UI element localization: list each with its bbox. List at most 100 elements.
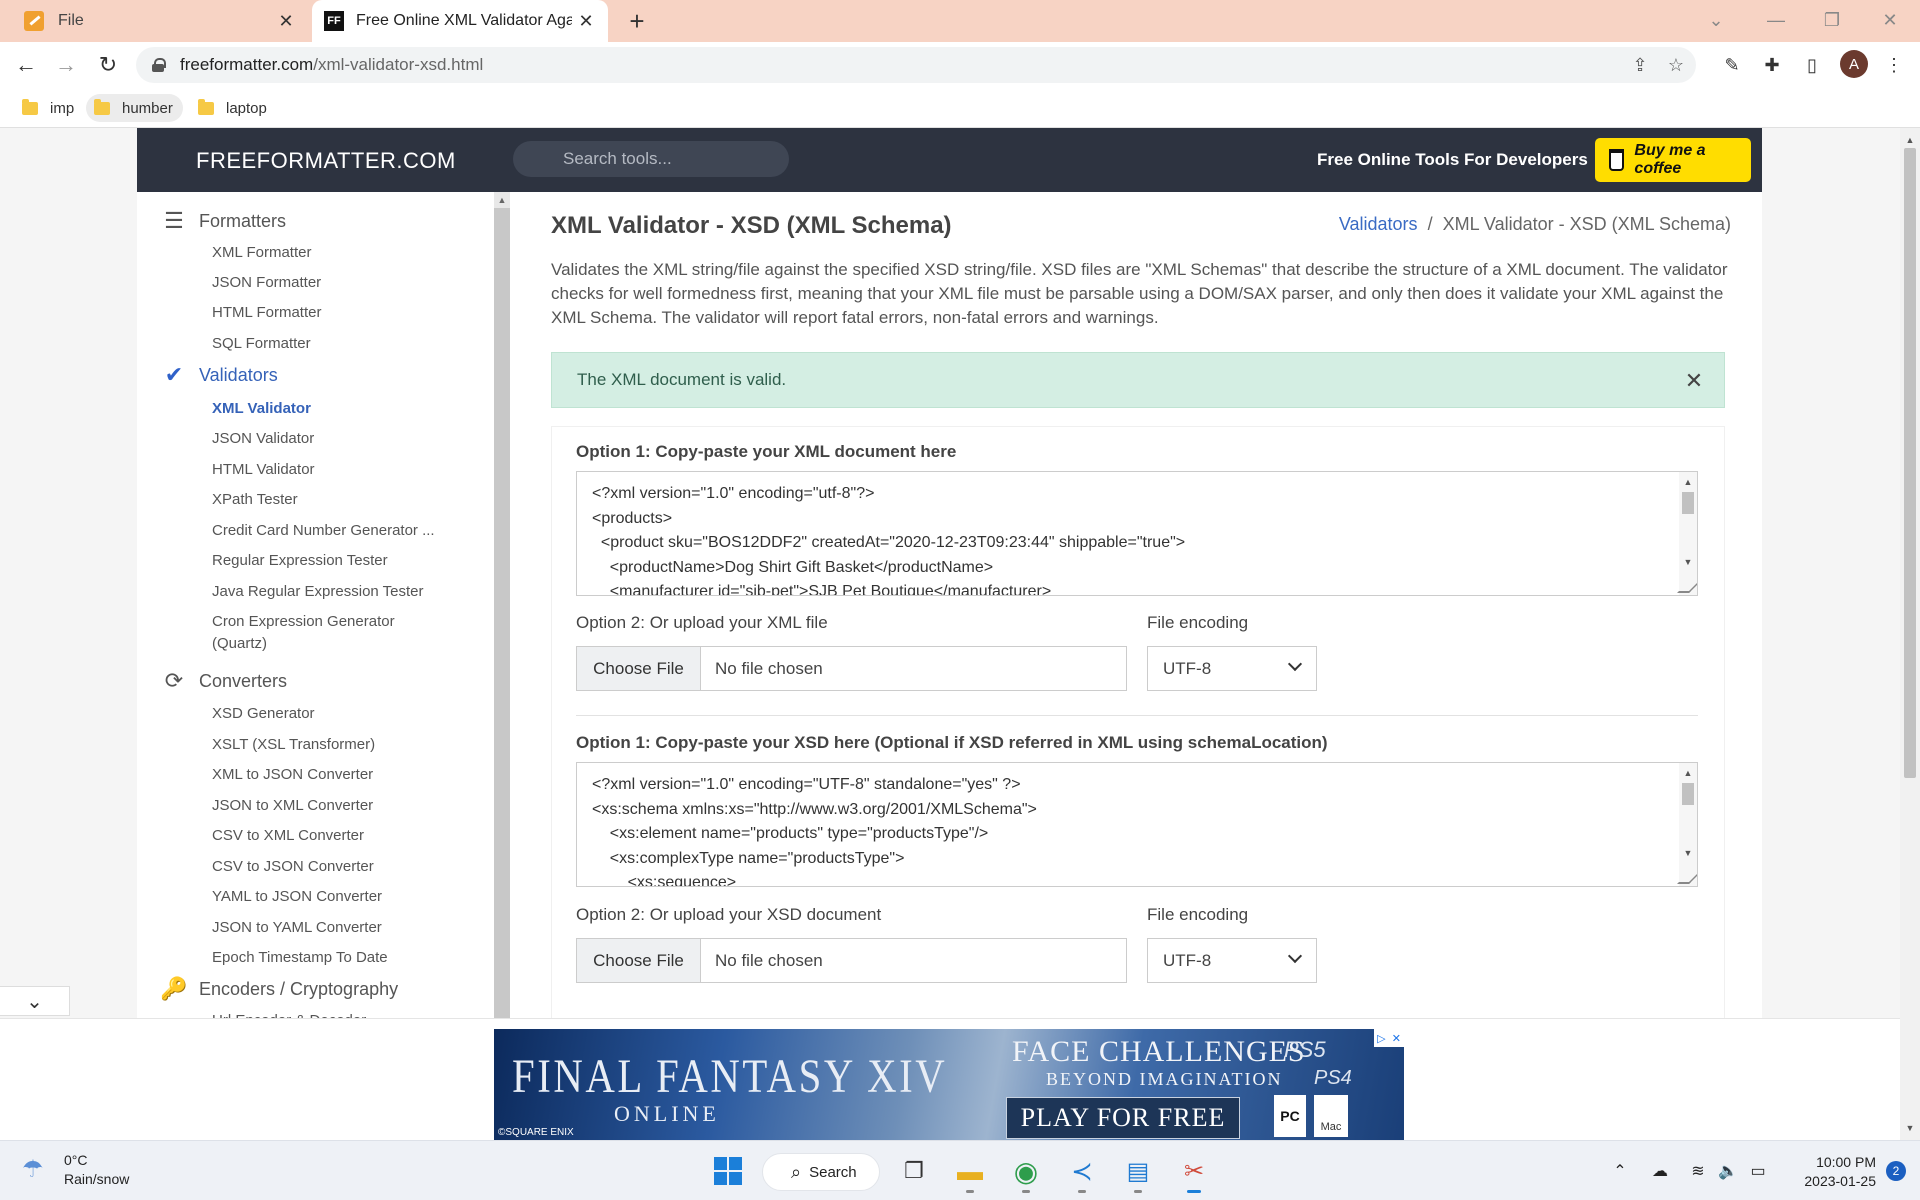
sidebar-item-xml-to-json[interactable]: XML to JSON Converter bbox=[212, 764, 472, 786]
xml-file-input[interactable]: Choose File No file chosen bbox=[576, 646, 1127, 691]
wifi-icon[interactable]: ≋ bbox=[1686, 1159, 1710, 1183]
sidebar-item-java-regex-tester[interactable]: Java Regular Expression Tester bbox=[212, 581, 472, 603]
file-explorer-icon[interactable]: ▬ bbox=[950, 1151, 990, 1193]
sidebar-item-regex-tester[interactable]: Regular Expression Tester bbox=[212, 550, 472, 572]
scroll-thumb[interactable] bbox=[1682, 783, 1694, 805]
sidebar-item-yaml-to-json[interactable]: YAML to JSON Converter bbox=[212, 886, 472, 908]
sidebar-section-validators[interactable]: ✔ Validators bbox=[161, 362, 278, 388]
collapse-ad-chevron-icon[interactable]: ⌄ bbox=[0, 986, 70, 1016]
sidebar-item-html-validator[interactable]: HTML Validator bbox=[212, 459, 472, 481]
sidebar-item-epoch-timestamp[interactable]: Epoch Timestamp To Date bbox=[212, 947, 472, 969]
side-panel-icon[interactable]: ▯ bbox=[1798, 51, 1826, 79]
bookmark-star-icon[interactable]: ☆ bbox=[1662, 51, 1690, 79]
restore-icon[interactable]: ❐ bbox=[1812, 4, 1852, 36]
sidebar-item-csv-to-json[interactable]: CSV to JSON Converter bbox=[212, 856, 472, 878]
scroll-up-arrow-icon[interactable]: ▲ bbox=[1900, 132, 1920, 148]
address-bar[interactable]: freeformatter.com/xml-validator-xsd.html… bbox=[136, 47, 1696, 83]
close-window-icon[interactable]: ✕ bbox=[1870, 4, 1910, 36]
search-tools-input[interactable]: Search tools... bbox=[513, 141, 789, 177]
taskbar-clock[interactable]: 10:00 PM 2023-01-25 bbox=[1780, 1153, 1876, 1191]
scroll-up-arrow-icon[interactable]: ▲ bbox=[1679, 474, 1697, 490]
textarea-scrollbar[interactable]: ▲ ▼ bbox=[1679, 472, 1697, 595]
back-arrow-icon[interactable]: ← bbox=[10, 49, 42, 81]
close-icon[interactable]: ✕ bbox=[1392, 1032, 1401, 1045]
sidebar-item-html-formatter[interactable]: HTML Formatter bbox=[212, 302, 472, 324]
sidebar-item-json-validator[interactable]: JSON Validator bbox=[212, 428, 472, 450]
volume-icon[interactable]: 🔈 bbox=[1716, 1159, 1740, 1183]
close-tab-icon[interactable]: ✕ bbox=[272, 7, 300, 35]
sidebar-item-json-to-xml[interactable]: JSON to XML Converter bbox=[212, 795, 472, 817]
sidebar-item-credit-card-generator[interactable]: Credit Card Number Generator ... bbox=[212, 520, 472, 542]
intro-text: Validates the XML string/file against th… bbox=[551, 260, 1728, 327]
page-scrollbar[interactable]: ▲ ▼ bbox=[1900, 128, 1920, 1140]
vscode-icon[interactable]: ≺ bbox=[1062, 1151, 1102, 1193]
sidebar-item-cron-generator[interactable]: Cron Expression Generator (Quartz) bbox=[212, 611, 432, 655]
sidebar-section-converters[interactable]: ⟳ Converters bbox=[161, 668, 287, 694]
sidebar-item-xml-validator[interactable]: XML Validator bbox=[212, 398, 472, 420]
notification-badge[interactable]: 2 bbox=[1886, 1161, 1906, 1181]
minimize-icon[interactable]: — bbox=[1756, 4, 1796, 36]
battery-icon[interactable]: ▭ bbox=[1746, 1159, 1770, 1183]
ad-copyright: ©SQUARE ENIX bbox=[498, 1127, 574, 1138]
breadcrumb-link-validators[interactable]: Validators bbox=[1339, 214, 1418, 235]
forward-arrow-icon[interactable]: → bbox=[50, 49, 82, 81]
ad-subtitle: ONLINE bbox=[614, 1101, 720, 1126]
cloud-icon[interactable]: ☁ bbox=[1648, 1159, 1672, 1183]
task-view-icon[interactable]: ❐ bbox=[894, 1151, 934, 1191]
scroll-thumb[interactable] bbox=[1682, 492, 1694, 514]
bookmark-imp[interactable]: imp bbox=[14, 94, 84, 122]
scroll-thumb[interactable] bbox=[1904, 148, 1916, 778]
reload-icon[interactable]: ↻ bbox=[92, 49, 124, 81]
scroll-up-arrow-icon[interactable]: ▲ bbox=[1679, 765, 1697, 781]
sidebar-item-csv-to-xml[interactable]: CSV to XML Converter bbox=[212, 825, 472, 847]
sidebar-item-json-to-yaml[interactable]: JSON to YAML Converter bbox=[212, 917, 472, 939]
chrome-icon[interactable]: ◉ bbox=[1006, 1151, 1046, 1193]
tab-search-chevron-icon[interactable]: ⌄ bbox=[1696, 4, 1736, 36]
ad-close-icon[interactable]: ▷ ✕ bbox=[1374, 1029, 1404, 1047]
taskbar-search[interactable]: ⌕ Search bbox=[762, 1153, 880, 1191]
sidebar-section-formatters[interactable]: ☰ Formatters bbox=[161, 208, 286, 234]
start-button[interactable] bbox=[708, 1151, 748, 1191]
advertisement[interactable]: FINAL FANTASY XIV ONLINE ©SQUARE ENIX FA… bbox=[494, 1029, 1404, 1141]
tab-file[interactable]: File ✕ bbox=[8, 0, 308, 42]
sidebar-item-xsd-generator[interactable]: XSD Generator bbox=[212, 703, 472, 725]
scroll-up-arrow-icon[interactable]: ▲ bbox=[494, 192, 510, 208]
sidebar-item-xml-formatter[interactable]: XML Formatter bbox=[212, 242, 472, 264]
choose-file-button[interactable]: Choose File bbox=[577, 647, 701, 690]
close-icon[interactable]: ✕ bbox=[1682, 368, 1706, 393]
textarea-scrollbar[interactable]: ▲ ▼ bbox=[1679, 763, 1697, 886]
xsd-file-input[interactable]: Choose File No file chosen bbox=[576, 938, 1127, 983]
scroll-down-arrow-icon[interactable]: ▼ bbox=[1679, 845, 1697, 861]
xml-textarea[interactable]: <?xml version="1.0" encoding="utf-8"?> <… bbox=[576, 471, 1698, 596]
buy-me-a-coffee-button[interactable]: Buy me a coffee bbox=[1595, 138, 1751, 182]
sidebar-scrollbar[interactable] bbox=[494, 192, 510, 1140]
weather-widget[interactable]: ☂ 0°C Rain/snow bbox=[22, 1151, 129, 1189]
sidebar-item-xpath-tester[interactable]: XPath Tester bbox=[212, 489, 472, 511]
xsd-encoding-select[interactable]: UTF-8 bbox=[1147, 938, 1317, 983]
ad-cta-button[interactable]: PLAY FOR FREE bbox=[1006, 1097, 1240, 1139]
new-tab-icon[interactable]: + bbox=[622, 6, 652, 36]
scroll-down-arrow-icon[interactable]: ▼ bbox=[1900, 1120, 1920, 1136]
sidebar-item-json-formatter[interactable]: JSON Formatter bbox=[212, 272, 472, 294]
xsd-textarea[interactable]: <?xml version="1.0" encoding="UTF-8" sta… bbox=[576, 762, 1698, 887]
show-hidden-icons-chevron-icon[interactable]: ⌃ bbox=[1608, 1159, 1632, 1183]
sidebar-section-encoders[interactable]: 🔑 Encoders / Cryptography bbox=[160, 976, 398, 1002]
pen-extension-icon[interactable]: ✎ bbox=[1718, 51, 1746, 79]
choose-file-button[interactable]: Choose File bbox=[577, 939, 701, 982]
sidebar-item-xslt[interactable]: XSLT (XSL Transformer) bbox=[212, 734, 472, 756]
sidebar-item-sql-formatter[interactable]: SQL Formatter bbox=[212, 333, 472, 355]
scroll-down-arrow-icon[interactable]: ▼ bbox=[1679, 554, 1697, 570]
site-logo[interactable]: FREEFORMATTER.COM bbox=[196, 148, 456, 174]
bookmark-laptop[interactable]: laptop bbox=[190, 94, 277, 122]
tab-xml-validator[interactable]: FF Free Online XML Validator Against ✕ bbox=[312, 0, 608, 42]
close-tab-icon[interactable]: ✕ bbox=[572, 7, 600, 35]
ad-info-icon[interactable]: ▷ bbox=[1377, 1032, 1385, 1045]
xml-encoding-select[interactable]: UTF-8 bbox=[1147, 646, 1317, 691]
bookmark-humber[interactable]: humber bbox=[86, 94, 183, 122]
extensions-puzzle-icon[interactable]: ✚ bbox=[1758, 51, 1786, 79]
profile-avatar[interactable]: A bbox=[1840, 50, 1868, 78]
share-icon[interactable]: ⇪ bbox=[1626, 51, 1654, 79]
snipping-tool-icon[interactable]: ✂ bbox=[1174, 1151, 1214, 1193]
notepad-icon[interactable]: ▤ bbox=[1118, 1151, 1158, 1193]
kebab-menu-icon[interactable]: ⋮ bbox=[1880, 51, 1908, 79]
